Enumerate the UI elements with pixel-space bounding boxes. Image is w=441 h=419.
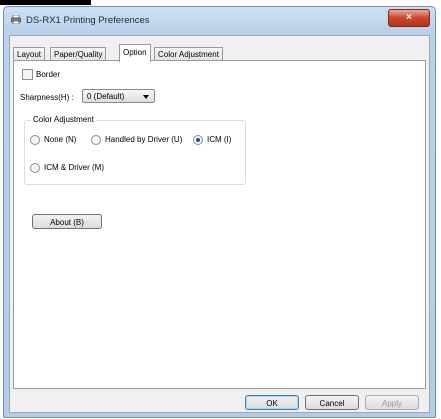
- top-black-strip: [0, 0, 91, 5]
- about-button[interactable]: About (B): [32, 214, 102, 229]
- tab-option[interactable]: Option: [119, 44, 151, 62]
- ok-button[interactable]: OK: [245, 395, 299, 410]
- radio-icm-and-driver[interactable]: ICM & Driver (M): [30, 163, 104, 173]
- radio-button[interactable]: [30, 163, 40, 173]
- chevron-down-icon: [143, 95, 149, 99]
- close-icon: ×: [406, 12, 412, 23]
- tab-color-adjustment[interactable]: Color Adjustment: [154, 47, 223, 61]
- apply-button[interactable]: Apply: [365, 395, 419, 410]
- close-button[interactable]: ×: [388, 9, 430, 27]
- radio-button[interactable]: [30, 135, 40, 145]
- radio-handled-by-driver[interactable]: Handled by Driver (U): [91, 135, 182, 145]
- color-adjustment-group: Color Adjustment None (N) Handled by Dri…: [24, 115, 246, 185]
- border-checkbox[interactable]: Border: [22, 69, 61, 81]
- radio-icm[interactable]: ICM (I): [193, 135, 231, 145]
- window-title: DS-RX1 Printing Preferences: [26, 15, 150, 26]
- color-adjustment-title: Color Adjustment: [31, 115, 96, 124]
- radio-button[interactable]: [91, 135, 101, 145]
- dialog-client-area: Layout Paper/Quality Option Color Adjust…: [9, 35, 430, 413]
- tab-paper-quality[interactable]: Paper/Quality: [50, 47, 107, 61]
- radio-button-selected[interactable]: [193, 135, 203, 145]
- sharpness-value: 0 (Default): [87, 92, 125, 101]
- checkbox-box[interactable]: [22, 69, 33, 81]
- printer-icon: [11, 15, 21, 24]
- sharpness-label: Sharpness(H) :: [20, 93, 74, 102]
- title-bar[interactable]: DS-RX1 Printing Preferences ×: [4, 7, 435, 31]
- cancel-button[interactable]: Cancel: [305, 395, 359, 410]
- border-label: Border: [36, 70, 61, 80]
- option-panel: Border Sharpness(H) : 0 (Default) Color …: [13, 60, 426, 389]
- printing-preferences-window: DS-RX1 Printing Preferences × Layout Pap…: [3, 6, 436, 418]
- sharpness-dropdown[interactable]: 0 (Default): [82, 89, 155, 103]
- tab-layout[interactable]: Layout: [13, 47, 46, 61]
- radio-none[interactable]: None (N): [30, 135, 76, 145]
